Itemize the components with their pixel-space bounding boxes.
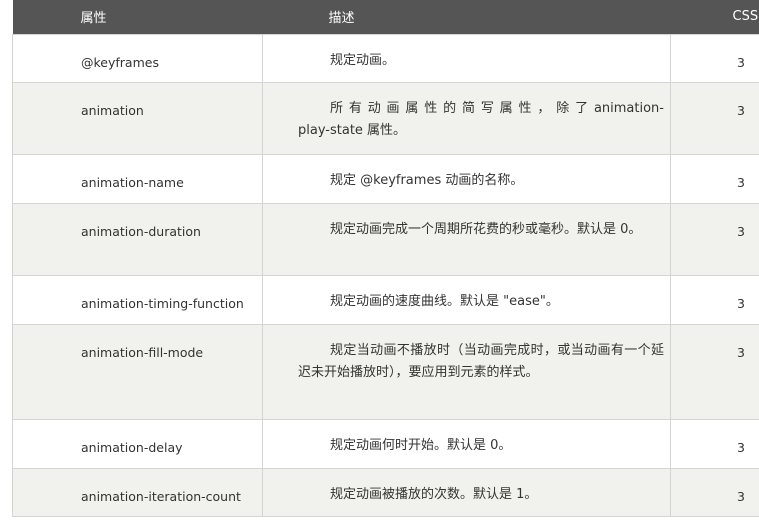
table-row: animation-timing-function 规定动画的速度曲线。默认是 … bbox=[12, 274, 759, 325]
css-version-cell: 3 bbox=[670, 81, 759, 155]
property-cell: animation-iteration-count bbox=[12, 467, 263, 517]
header-property: 属性 bbox=[80, 11, 107, 27]
css-version-cell: 3 bbox=[670, 323, 759, 420]
property-cell: animation-delay bbox=[12, 418, 263, 469]
table-row: animation-duration 规定动画完成一个周期所花费的秒或毫秒。默认… bbox=[12, 202, 759, 276]
table-row: animation-iteration-count 规定动画被播放的次数。默认是… bbox=[12, 467, 759, 517]
description-cell: 规定动画被播放的次数。默认是 1。 bbox=[262, 467, 671, 517]
css-version-cell: 3 bbox=[670, 418, 759, 469]
table-header: 属性 描述 CSS bbox=[12, 0, 759, 34]
table-row: animation-name 规定 @keyframes 动画的名称。 3 bbox=[12, 153, 759, 204]
description-cell: 规定当动画不播放时（当动画完成时，或当动画有一个延迟未开始播放时），要应用到元素… bbox=[262, 323, 671, 420]
header-description: 描述 bbox=[328, 11, 355, 27]
table-body: @keyframes 规定动画。 3 animation 所 有 动 画 属 性… bbox=[12, 33, 759, 517]
description-cell: 所 有 动 画 属 性 的 简 写 属 性 ， 除 了 animation-pl… bbox=[262, 81, 671, 155]
table-row: animation 所 有 动 画 属 性 的 简 写 属 性 ， 除 了 an… bbox=[12, 81, 759, 155]
property-cell: @keyframes bbox=[12, 33, 263, 83]
description-cell: 规定动画。 bbox=[262, 33, 671, 83]
property-cell: animation-timing-function bbox=[12, 274, 263, 325]
properties-table: 属性 描述 CSS @keyframes 规定动画。 3 animation 所… bbox=[12, 0, 759, 517]
table-row: animation-delay 规定动画何时开始。默认是 0。 3 bbox=[12, 418, 759, 469]
css-version-cell: 3 bbox=[670, 274, 759, 325]
property-cell: animation-name bbox=[12, 153, 263, 204]
css-version-cell: 3 bbox=[670, 467, 759, 517]
property-cell: animation-fill-mode bbox=[12, 323, 263, 420]
property-cell: animation bbox=[12, 81, 263, 155]
css-animation-properties-table: 属性 描述 CSS @keyframes 规定动画。 3 animation 所… bbox=[12, 0, 759, 517]
description-cell: 规定 @keyframes 动画的名称。 bbox=[262, 153, 671, 204]
css-version-cell: 3 bbox=[670, 153, 759, 204]
header-css-version: CSS bbox=[732, 9, 759, 25]
property-cell: animation-duration bbox=[12, 202, 263, 276]
table-row: animation-fill-mode 规定当动画不播放时（当动画完成时，或当动… bbox=[12, 323, 759, 420]
css-version-cell: 3 bbox=[670, 33, 759, 83]
header-row: 属性 描述 CSS bbox=[12, 0, 759, 34]
table-row: @keyframes 规定动画。 3 bbox=[12, 33, 759, 83]
css-version-cell: 3 bbox=[670, 202, 759, 276]
description-cell: 规定动画何时开始。默认是 0。 bbox=[262, 418, 671, 469]
description-cell: 规定动画完成一个周期所花费的秒或毫秒。默认是 0。 bbox=[262, 202, 671, 276]
description-cell: 规定动画的速度曲线。默认是 "ease"。 bbox=[262, 274, 671, 325]
